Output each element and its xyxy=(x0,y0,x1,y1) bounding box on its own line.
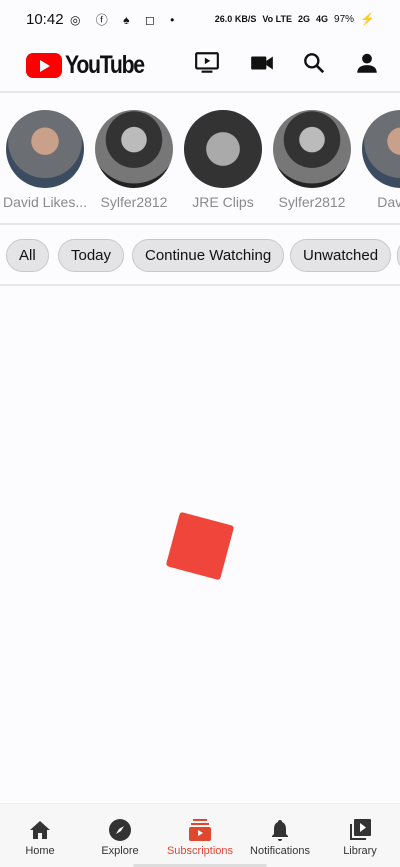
filter-chips: All Today Continue Watching Unwatched xyxy=(0,226,400,286)
channel-avatar[interactable]: Sylfer2812 xyxy=(89,110,179,210)
nav-subscriptions[interactable]: Subscriptions xyxy=(160,818,240,857)
chip-all[interactable]: All xyxy=(6,239,49,272)
channel-avatar[interactable]: Sylfer2812 xyxy=(267,110,357,210)
youtube-play-icon xyxy=(26,53,62,78)
channel-avatar[interactable]: David L xyxy=(356,110,400,210)
subscriptions-icon xyxy=(189,819,211,841)
nav-home[interactable]: Home xyxy=(0,818,80,857)
bell-icon xyxy=(272,820,288,841)
channel-avatar[interactable]: David Likes... xyxy=(0,110,90,210)
chip-unwatched[interactable]: Unwatched xyxy=(290,239,392,272)
volte-icon: Vo LTE xyxy=(262,14,292,24)
clock: 10:42 xyxy=(26,11,64,28)
network-speed: 26.0 KB/S xyxy=(214,14,257,24)
subscription-avatars: David Likes... Sylfer2812 JRE Clips Sylf… xyxy=(0,95,400,225)
account-icon[interactable] xyxy=(354,50,380,76)
chip-today[interactable]: Today xyxy=(58,239,125,272)
notification-icons: ◎ ⓕ ♠ ◻ • xyxy=(70,13,181,27)
status-bar: 10:42 ◎ ⓕ ♠ ◻ • 26.0 KB/S Vo LTE 2G 4G 9… xyxy=(0,0,400,38)
cast-icon[interactable] xyxy=(194,50,220,76)
signal-icon: 4G xyxy=(316,14,329,24)
signal-icon: 2G xyxy=(298,14,311,24)
nav-notifications[interactable]: Notifications xyxy=(240,818,320,857)
charging-icon: ⚡ xyxy=(360,12,375,26)
compass-icon xyxy=(109,819,131,841)
video-camera-icon[interactable] xyxy=(249,50,275,76)
app-header: YouTube xyxy=(0,38,400,93)
nav-explore[interactable]: Explore xyxy=(80,818,160,857)
loading-spinner xyxy=(165,511,235,581)
battery-level: 97% xyxy=(334,13,355,25)
bottom-navigation: Home Explore Subscriptions Notifications… xyxy=(0,803,400,867)
library-icon xyxy=(350,819,371,840)
home-icon xyxy=(30,821,50,839)
channel-avatar[interactable]: JRE Clips xyxy=(178,110,268,210)
chip-continue-watching[interactable]: Continue Watching xyxy=(132,239,285,272)
youtube-logo[interactable]: YouTube xyxy=(26,51,158,80)
search-icon[interactable] xyxy=(301,50,327,76)
nav-library[interactable]: Library xyxy=(320,818,400,857)
system-indicators: 26.0 KB/S Vo LTE 2G 4G 97% ⚡ xyxy=(215,12,375,26)
